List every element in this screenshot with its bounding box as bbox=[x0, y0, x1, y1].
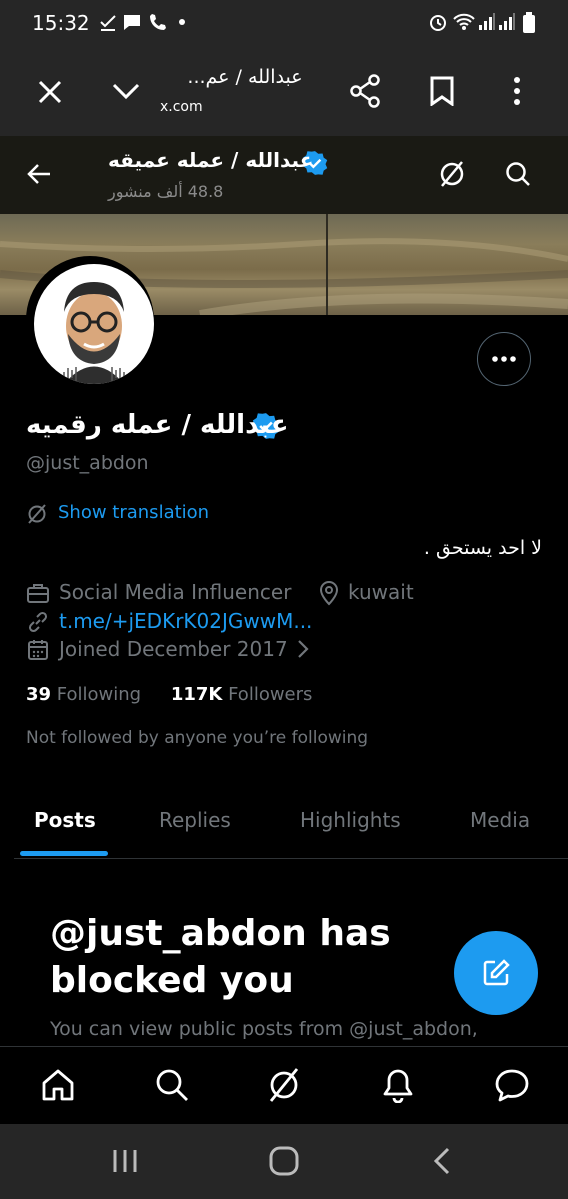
tab-divider bbox=[14, 858, 568, 859]
grok-icon[interactable] bbox=[438, 160, 466, 188]
tab-posts[interactable]: Posts bbox=[34, 808, 96, 832]
header-title: عبدالله / عمله عميقه bbox=[108, 148, 314, 172]
following-count: 39 bbox=[26, 684, 52, 705]
profile-handle: @just_abdon bbox=[26, 452, 149, 474]
system-navigation-bar bbox=[0, 1124, 568, 1199]
profile-avatar[interactable] bbox=[26, 256, 154, 384]
compose-icon bbox=[483, 959, 510, 986]
following-link[interactable]: 39 Following bbox=[26, 684, 147, 705]
back-icon[interactable] bbox=[430, 1146, 454, 1176]
browser-domain[interactable]: x.com bbox=[160, 99, 260, 115]
link-icon bbox=[28, 611, 48, 633]
bottom-navigation bbox=[0, 1046, 568, 1124]
search-icon[interactable] bbox=[154, 1067, 190, 1103]
profile-location: kuwait bbox=[348, 580, 414, 604]
messages-icon[interactable] bbox=[494, 1067, 530, 1103]
grok-icon bbox=[28, 504, 46, 524]
search-icon[interactable] bbox=[504, 160, 532, 188]
profile-category: Social Media Influencer bbox=[59, 580, 292, 604]
following-label: Following bbox=[56, 684, 142, 705]
blocked-title: @just_abdon has blocked you bbox=[50, 913, 391, 1001]
followers-label: Followers bbox=[228, 684, 313, 705]
profile-bio: لا احد يستحق . bbox=[423, 537, 542, 559]
grok-icon[interactable] bbox=[266, 1067, 302, 1103]
battery-icon bbox=[523, 12, 535, 33]
followers-count: 117K bbox=[170, 684, 223, 705]
browser-page-title[interactable]: عبدالله / عم... bbox=[160, 66, 330, 88]
profile-link[interactable]: t.me/+jEDKrK02JGwwM... bbox=[59, 609, 312, 633]
show-translation-link[interactable]: Show translation bbox=[58, 502, 209, 523]
profile-more-button[interactable] bbox=[477, 332, 531, 386]
more-horizontal-icon bbox=[492, 356, 516, 362]
profile-header: عبدالله / عمله عميقه 48.8 ألف منشور bbox=[0, 136, 568, 214]
followers-link[interactable]: 117K Followers bbox=[171, 684, 313, 705]
dot-icon bbox=[179, 19, 185, 25]
wifi-icon bbox=[453, 13, 475, 30]
call-icon bbox=[150, 14, 166, 30]
bookmark-icon[interactable] bbox=[428, 76, 456, 106]
home-button-icon[interactable] bbox=[268, 1145, 300, 1177]
header-posts-count: 48.8 ألف منشور bbox=[108, 182, 224, 201]
browser-toolbar: عبدالله / عم... x.com bbox=[0, 46, 568, 136]
profile-joined-date[interactable]: Joined December 2017 bbox=[59, 637, 288, 661]
home-icon[interactable] bbox=[40, 1067, 76, 1103]
active-tab-indicator bbox=[20, 851, 108, 856]
tab-media[interactable]: Media bbox=[470, 808, 530, 832]
calendar-icon bbox=[28, 640, 48, 660]
chevron-right-icon[interactable] bbox=[296, 639, 310, 659]
profile-display-name: عبدالله / عمله رقميه bbox=[26, 410, 289, 440]
check-icon bbox=[100, 15, 116, 31]
blocked-description: You can view public posts from @just_abd… bbox=[50, 1018, 478, 1040]
back-arrow-icon[interactable] bbox=[26, 162, 52, 186]
chat-icon bbox=[124, 15, 140, 30]
recents-icon[interactable] bbox=[110, 1148, 140, 1174]
close-icon[interactable] bbox=[36, 78, 64, 106]
alarm-icon bbox=[430, 15, 446, 31]
status-bar: 15:32 bbox=[0, 0, 568, 46]
tab-highlights[interactable]: Highlights bbox=[300, 808, 401, 832]
profile-counts: 39 Following 117K Followers bbox=[26, 684, 312, 705]
notifications-icon[interactable] bbox=[380, 1067, 416, 1103]
signal-icon bbox=[479, 13, 495, 30]
status-time: 15:32 bbox=[32, 11, 90, 35]
location-icon bbox=[319, 581, 339, 606]
more-vertical-icon[interactable] bbox=[508, 76, 526, 106]
compose-post-button[interactable] bbox=[454, 931, 538, 1015]
tab-replies[interactable]: Replies bbox=[159, 808, 231, 832]
not-followed-notice: Not followed by anyone you’re following bbox=[26, 728, 369, 748]
share-icon[interactable] bbox=[350, 74, 382, 108]
signal-icon bbox=[499, 13, 515, 30]
briefcase-icon bbox=[27, 584, 49, 603]
chevron-down-icon[interactable] bbox=[110, 80, 142, 102]
